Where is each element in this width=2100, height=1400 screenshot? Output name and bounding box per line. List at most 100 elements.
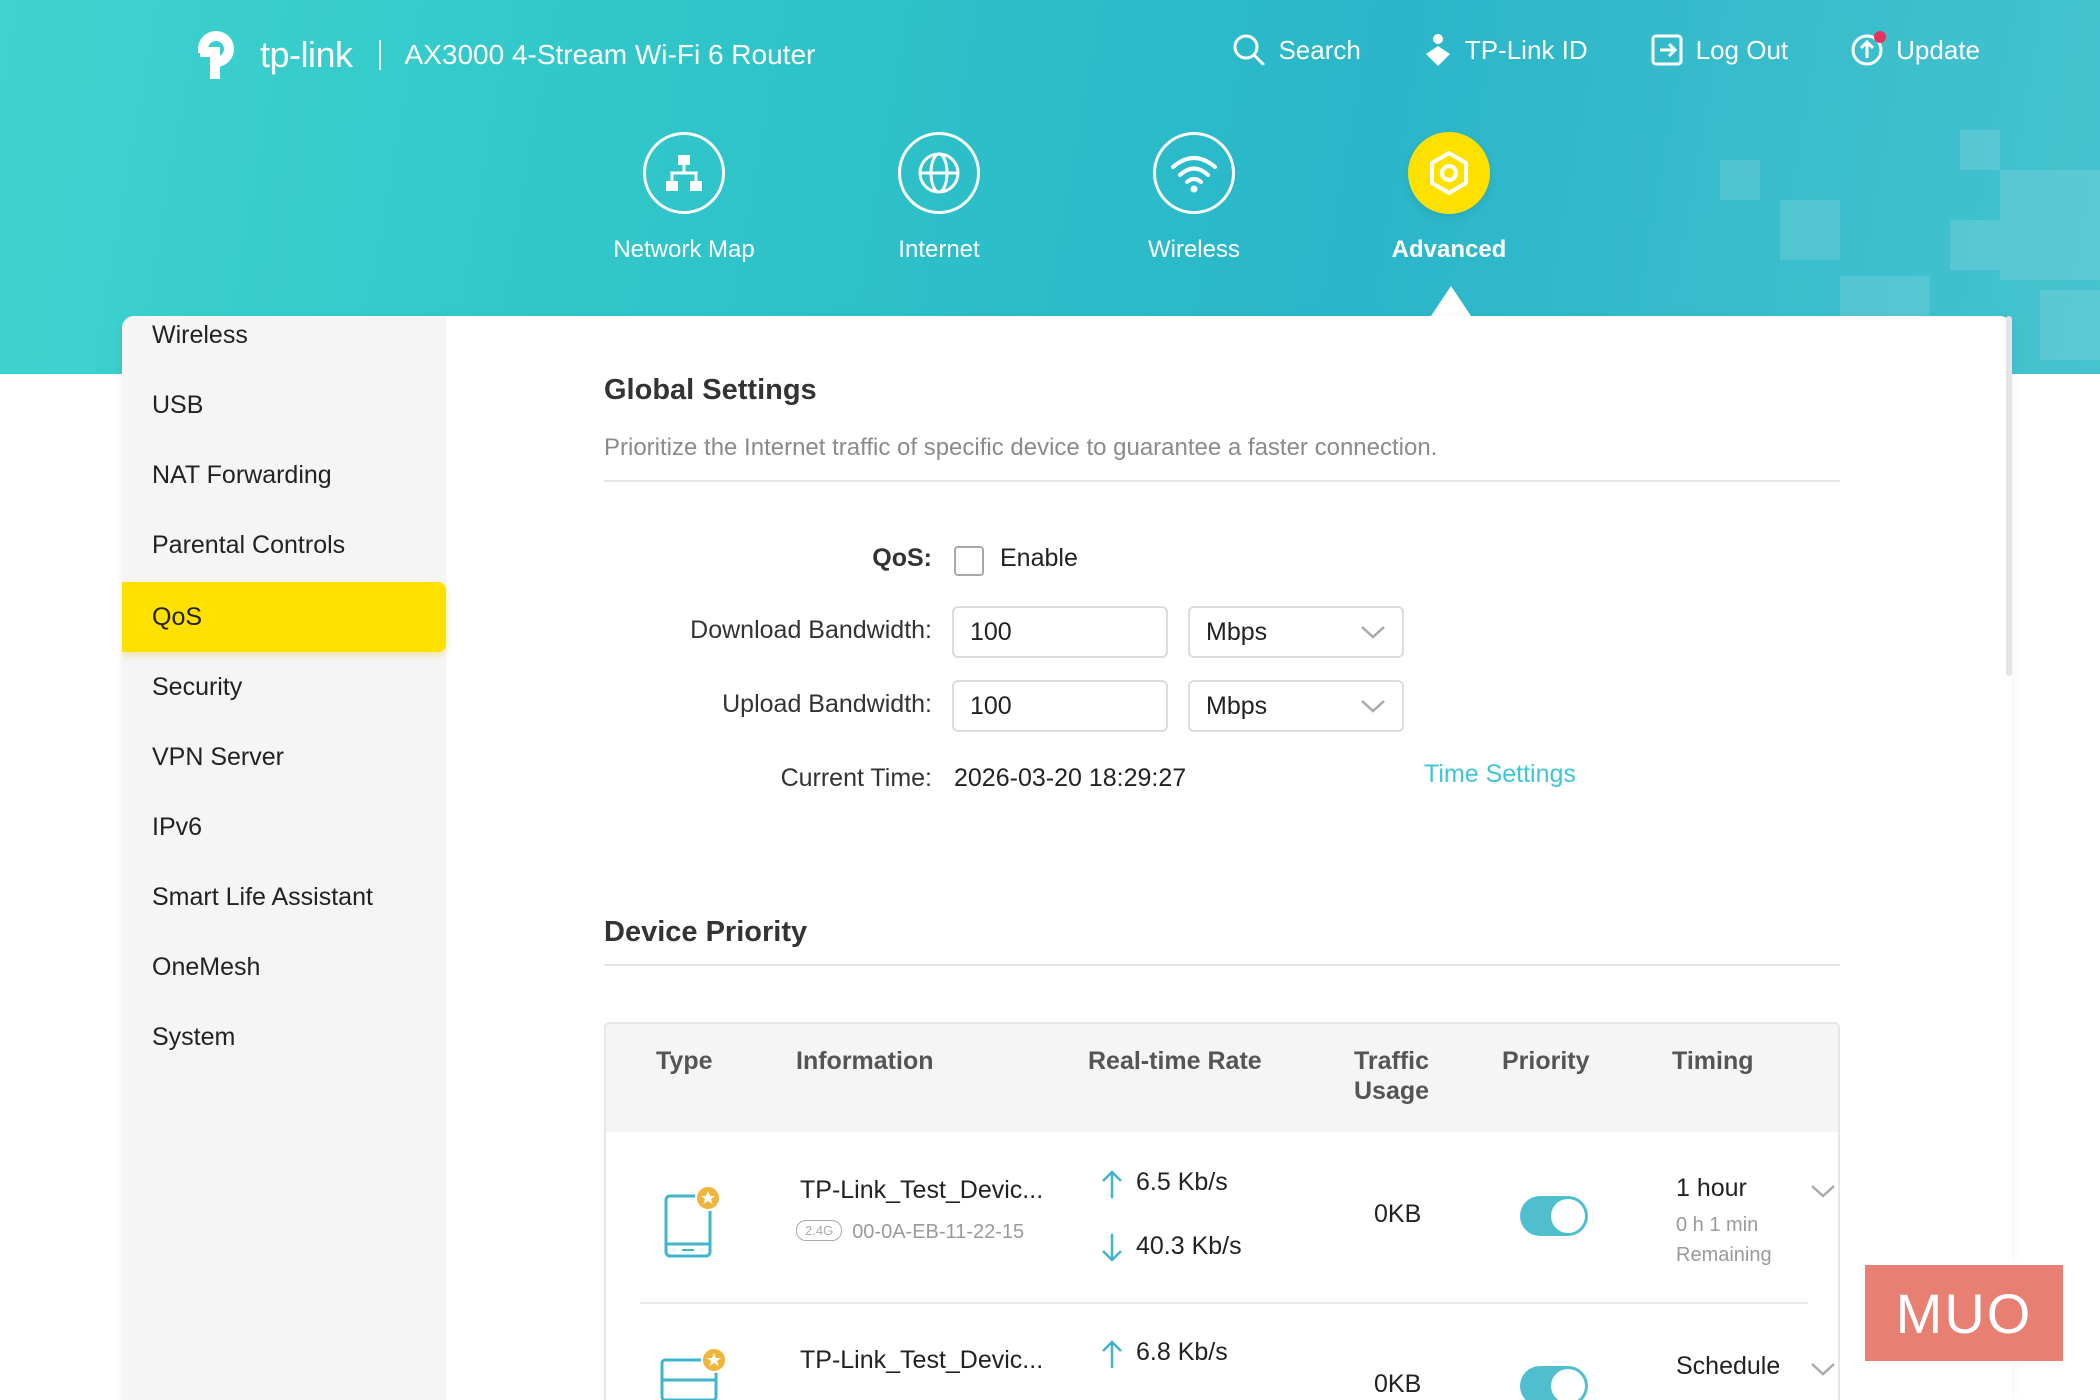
- global-settings-description: Prioritize the Internet traffic of speci…: [604, 434, 1438, 461]
- device-name: TP-Link_Test_Devic...: [800, 1176, 1044, 1204]
- qos-enable-label: Enable: [1000, 544, 1078, 572]
- priority-toggle[interactable]: [1520, 1366, 1588, 1400]
- update-notification-dot: [1874, 31, 1887, 43]
- active-nav-pointer: [1431, 286, 1471, 316]
- top-actions: Search TP-Link ID Log Out Update: [1170, 31, 1980, 68]
- chevron-down-icon: [1361, 700, 1385, 713]
- download-rate: 40.3 Kb/s: [1136, 1232, 1242, 1260]
- column-header-priority: Priority: [1502, 1047, 1590, 1075]
- timing-remaining-label: Remaining: [1676, 1244, 1772, 1266]
- download-arrow-icon: [1102, 1234, 1122, 1262]
- chevron-down-icon: [1361, 626, 1385, 639]
- computer-icon: [660, 1347, 727, 1400]
- router-model-name: AX3000 4-Stream Wi-Fi 6 Router: [404, 39, 816, 70]
- tplink-id-icon: [1425, 34, 1450, 66]
- search-button[interactable]: Search: [1232, 33, 1361, 67]
- section-divider: [604, 964, 1840, 966]
- table-header: Type Information Real-time Rate Traffic …: [606, 1024, 1838, 1132]
- update-button[interactable]: Update: [1850, 31, 1980, 67]
- brand-divider: [378, 40, 381, 70]
- tablet-icon: [664, 1185, 721, 1258]
- band-badge: 2.4G: [796, 1220, 843, 1241]
- timing-value[interactable]: Schedule: [1676, 1352, 1780, 1381]
- logout-label: Log Out: [1695, 34, 1789, 65]
- timing-value[interactable]: 1 hour: [1676, 1174, 1747, 1203]
- globe-icon: [918, 152, 960, 194]
- qos-enable-checkbox[interactable]: [954, 546, 984, 576]
- upload-arrow-icon: [1102, 1170, 1122, 1198]
- upload-rate: 6.8 Kb/s: [1136, 1338, 1228, 1366]
- sidebar-item-system[interactable]: System: [122, 1002, 446, 1072]
- device-name: TP-Link_Test_Devic...: [800, 1346, 1044, 1374]
- search-label: Search: [1278, 34, 1361, 65]
- tp-link-logo-icon: [198, 31, 234, 79]
- update-label: Update: [1896, 34, 1980, 65]
- nav-advanced[interactable]: Advanced: [1329, 132, 1569, 264]
- download-bandwidth-label: Download Bandwidth:: [690, 616, 932, 644]
- nav-label: Advanced: [1391, 236, 1507, 263]
- sidebar-item-wireless[interactable]: Wireless: [122, 316, 446, 370]
- column-header-traffic: Traffic Usage: [1354, 1047, 1430, 1105]
- sidebar-item-qos[interactable]: QoS: [122, 582, 446, 652]
- tplink-id-button[interactable]: TP-Link ID: [1423, 32, 1588, 68]
- nav-label: Internet: [898, 236, 980, 263]
- priority-toggle[interactable]: [1520, 1196, 1588, 1236]
- column-header-information: Information: [796, 1047, 934, 1075]
- content-area: Global Settings Prioritize the Internet …: [446, 316, 2012, 1400]
- timing-remaining: 0 h 1 min: [1676, 1214, 1759, 1236]
- logout-button[interactable]: Log Out: [1650, 33, 1789, 67]
- search-icon: [1233, 34, 1265, 66]
- nav-network-map[interactable]: Network Map: [564, 132, 804, 264]
- device-priority-table: Type Information Real-time Rate Traffic …: [604, 1022, 1840, 1400]
- chevron-down-icon[interactable]: [1810, 1362, 1836, 1376]
- sidebar: Wireless USB NAT Forwarding Parental Con…: [122, 316, 446, 1400]
- device-priority-title: Device Priority: [604, 916, 808, 948]
- current-time-value: 2026-03-20 18:29:27: [954, 764, 1187, 792]
- sidebar-item-smart-life-assistant[interactable]: Smart Life Assistant: [122, 862, 446, 932]
- nav-label: Network Map: [613, 236, 755, 263]
- traffic-usage: 0KB: [1374, 1200, 1422, 1228]
- column-header-type: Type: [656, 1047, 713, 1075]
- download-unit-value: Mbps: [1206, 618, 1268, 646]
- upload-rate: 6.5 Kb/s: [1136, 1168, 1228, 1196]
- upload-bandwidth-label: Upload Bandwidth:: [722, 690, 932, 718]
- upload-bandwidth-input[interactable]: 100: [952, 680, 1168, 732]
- upload-arrow-icon: [1102, 1340, 1122, 1368]
- qos-label: QoS:: [872, 544, 932, 572]
- traffic-usage: 0KB: [1374, 1370, 1422, 1398]
- upload-unit-value: Mbps: [1206, 692, 1268, 720]
- main-nav: Network Map Internet Wireless Advanced: [0, 132, 2100, 282]
- logout-icon: [1651, 34, 1683, 66]
- gear-icon: [1430, 151, 1468, 195]
- sidebar-item-parental-controls[interactable]: Parental Controls: [122, 510, 446, 580]
- network-map-icon: [666, 155, 702, 191]
- sidebar-item-nat-forwarding[interactable]: NAT Forwarding: [122, 440, 446, 510]
- nav-label: Wireless: [1147, 236, 1240, 263]
- chevron-down-icon[interactable]: [1810, 1184, 1836, 1198]
- global-settings-title: Global Settings: [604, 374, 817, 406]
- row-separator: [640, 1302, 1808, 1304]
- brand: tp-link AX3000 4-Stream Wi-Fi 6 Router: [186, 18, 815, 92]
- tplink-id-label: TP-Link ID: [1464, 34, 1588, 65]
- muo-watermark: MUO: [1862, 1262, 2066, 1364]
- sidebar-item-usb[interactable]: USB: [122, 370, 446, 440]
- section-divider: [604, 480, 1840, 482]
- brand-logo-text: tp-link: [260, 34, 353, 75]
- download-bandwidth-input[interactable]: 100: [952, 606, 1168, 658]
- sidebar-item-onemesh[interactable]: OneMesh: [122, 932, 446, 1002]
- column-header-rate: Real-time Rate: [1088, 1047, 1262, 1075]
- time-settings-link[interactable]: Time Settings: [1424, 760, 1576, 789]
- sidebar-item-ipv6[interactable]: IPv6: [122, 792, 446, 862]
- wifi-icon: [1171, 156, 1217, 193]
- scrollbar-thumb[interactable]: [2006, 316, 2012, 676]
- main-panel: Wireless USB NAT Forwarding Parental Con…: [122, 316, 2012, 1400]
- column-header-timing: Timing: [1672, 1047, 1754, 1075]
- upload-unit-select[interactable]: Mbps: [1188, 680, 1404, 732]
- device-mac: 2.4G 00-0A-EB-11-22-15: [796, 1220, 1024, 1244]
- download-unit-select[interactable]: Mbps: [1188, 606, 1404, 658]
- sidebar-item-vpn-server[interactable]: VPN Server: [122, 722, 446, 792]
- nav-wireless[interactable]: Wireless: [1074, 132, 1314, 264]
- sidebar-item-security[interactable]: Security: [122, 652, 446, 722]
- nav-internet[interactable]: Internet: [819, 132, 1059, 264]
- current-time-label: Current Time:: [780, 764, 932, 792]
